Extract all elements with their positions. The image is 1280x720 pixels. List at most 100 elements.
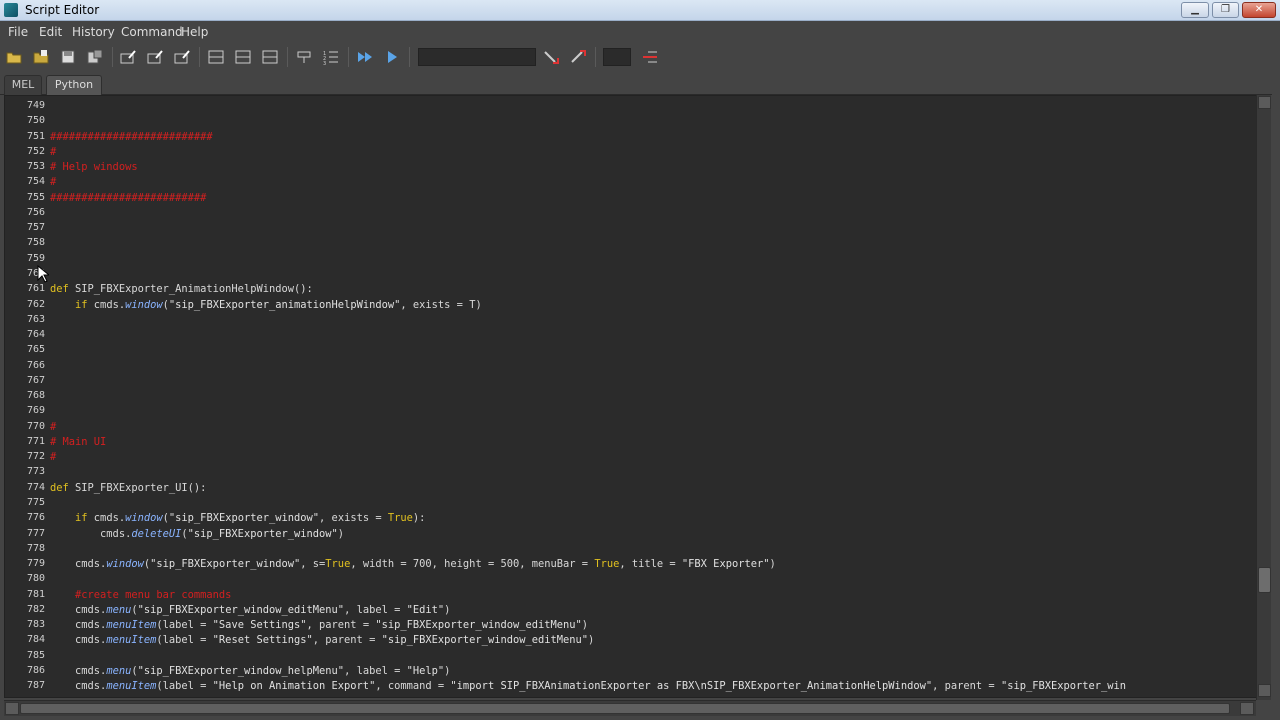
clear-history-icon <box>120 50 136 64</box>
clear-history-button[interactable] <box>118 47 138 67</box>
line-number: 750 <box>26 115 45 127</box>
scroll-left-icon[interactable] <box>5 702 19 715</box>
code-token-plain: SIP_FBXExporter_AnimationHelpWindow(): <box>68 283 313 296</box>
toolbar-separator <box>409 47 410 67</box>
code-token-plain: , s= <box>300 558 326 571</box>
clear-all-button[interactable] <box>172 47 192 67</box>
code-line: #create menu bar commands <box>50 589 231 601</box>
execute-icon <box>388 51 397 63</box>
scroll-right-icon[interactable] <box>1240 702 1254 715</box>
indent-button[interactable] <box>640 47 660 67</box>
line-number-field[interactable] <box>603 48 631 66</box>
search-next-button[interactable] <box>568 47 588 67</box>
menu-history[interactable]: History <box>72 25 115 39</box>
code-token-plain: , command = <box>350 696 425 697</box>
show-input-button[interactable] <box>233 47 253 67</box>
line-number: 752 <box>26 145 45 157</box>
tab-python[interactable]: Python <box>46 75 102 95</box>
line-number: 756 <box>26 206 45 218</box>
code-line: def SIP_FBXExporter_UI(): <box>50 482 206 494</box>
script-editor-window: Script Editor ▁ ❐ ✕ File Edit History Co… <box>0 0 1280 720</box>
line-number: 754 <box>26 176 45 188</box>
search-prev-button[interactable] <box>541 47 561 67</box>
code-line: if cmds.window("sip_FBXExporter_animatio… <box>50 299 482 311</box>
open-script-button[interactable] <box>4 47 24 67</box>
line-number: 766 <box>26 359 45 371</box>
line-number: 770 <box>26 420 45 432</box>
code-token-keyword: if <box>75 298 88 311</box>
code-token-comment: #create menu bar commands <box>75 588 232 601</box>
minimize-button[interactable]: ▁ <box>1181 2 1209 18</box>
line-number: 753 <box>26 161 45 173</box>
show-history-icon <box>208 50 224 64</box>
close-button[interactable]: ✕ <box>1242 2 1276 18</box>
clear-input-button[interactable] <box>145 47 165 67</box>
horizontal-scrollbar[interactable] <box>4 700 1256 716</box>
line-number: 788 <box>5 696 45 697</box>
open-script-icon <box>6 52 22 64</box>
tab-mel[interactable]: MEL <box>4 75 42 95</box>
line-numbers-icon: 123 <box>323 51 338 65</box>
code-line: # <box>50 176 56 188</box>
menu-help[interactable]: Help <box>181 25 208 39</box>
show-both-icon <box>262 50 278 64</box>
line-number: 777 <box>26 527 45 539</box>
code-token-plain: cmds. <box>50 619 107 632</box>
code-token-comment: # <box>50 176 57 189</box>
show-both-button[interactable] <box>260 47 280 67</box>
menu-command[interactable]: Command <box>121 25 183 39</box>
code-line: # <box>50 451 56 463</box>
scroll-up-icon[interactable] <box>1258 96 1271 109</box>
maximize-button[interactable]: ❐ <box>1212 2 1239 18</box>
line-numbers-button[interactable]: 123 <box>321 47 341 67</box>
execute-all-icon <box>358 52 372 62</box>
echo-commands-button[interactable] <box>294 47 314 67</box>
code-token-plain: cmds. <box>50 558 107 571</box>
line-number: 785 <box>26 649 45 661</box>
code-token-string: "sip_FBXExporter_window" <box>150 558 301 571</box>
code-token-bool: True <box>325 558 351 571</box>
code-token-string: "sip_FBXExporter_window_editMenu" <box>375 619 582 632</box>
code-token-plain: cmds. <box>87 512 126 525</box>
code-token-string: "Help on Animation Export" <box>212 680 376 693</box>
code-token-function: window <box>125 298 163 311</box>
execute-all-button[interactable] <box>355 47 375 67</box>
code-token-plain: cmds. <box>50 664 107 677</box>
line-number: 780 <box>26 573 45 585</box>
line-number: 772 <box>26 451 45 463</box>
menu-edit[interactable]: Edit <box>39 25 62 39</box>
code-token-plain: (label = <box>156 634 213 647</box>
code-line: cmds.menu("sip_FBXExporter_window_helpMe… <box>50 665 450 677</box>
code-line: if cmds.window("sip_FBXExporter_window",… <box>50 512 425 524</box>
echo-commands-icon <box>297 51 311 63</box>
execute-button[interactable] <box>382 47 402 67</box>
vertical-scrollbar[interactable] <box>1256 95 1271 700</box>
source-script-button[interactable] <box>31 47 51 67</box>
code-token-plain: , exists = <box>319 512 388 525</box>
source-script-icon <box>33 50 49 64</box>
code-line: cmds.menuItem(label = "Help on Model Exp… <box>50 696 1120 697</box>
line-number: 765 <box>26 344 45 356</box>
save-script-button[interactable] <box>58 47 78 67</box>
code-token-comment: # <box>50 451 57 464</box>
search-field[interactable] <box>418 48 536 66</box>
code-editor[interactable]: 749 750 751 ########################## 752 #7… <box>4 95 1258 698</box>
line-number: 751 <box>26 130 45 142</box>
horizontal-scroll-thumb[interactable] <box>20 703 1230 714</box>
line-number: 758 <box>26 237 45 249</box>
code-line: # <box>50 146 56 158</box>
line-number: 776 <box>26 512 45 524</box>
title-bar: Script Editor ▁ ❐ ✕ <box>0 0 1280 21</box>
scroll-down-icon[interactable] <box>1258 684 1271 697</box>
code-token-function: window <box>125 512 163 525</box>
line-number: 762 <box>26 298 45 310</box>
line-number: 768 <box>26 390 45 402</box>
menu-file[interactable]: File <box>8 25 28 39</box>
save-to-shelf-button[interactable] <box>85 47 105 67</box>
vertical-scroll-thumb[interactable] <box>1258 567 1271 593</box>
show-history-button[interactable] <box>206 47 226 67</box>
code-line: cmds.menuItem(label = "Save Settings", p… <box>50 619 588 631</box>
svg-text:3: 3 <box>323 61 326 65</box>
indent-icon <box>643 51 657 63</box>
